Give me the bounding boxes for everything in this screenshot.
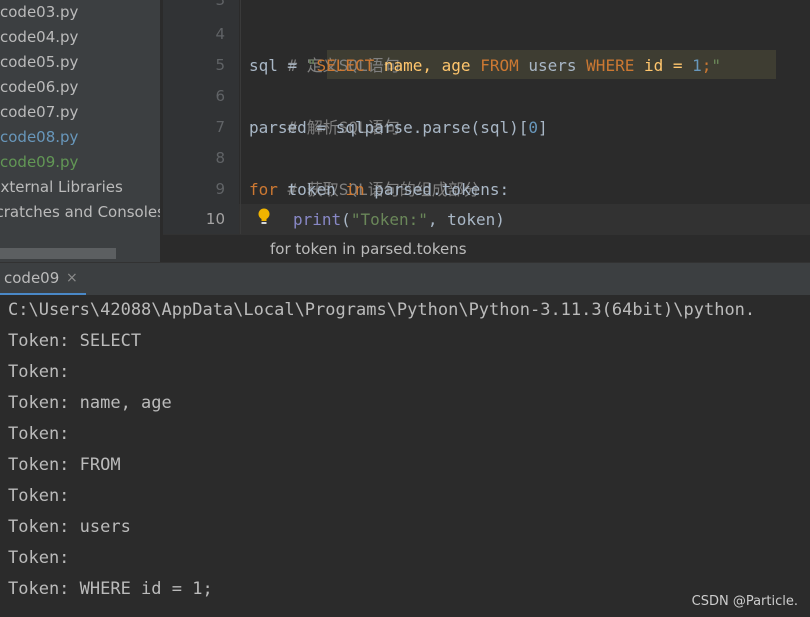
- breadcrumb-bar: for token in parsed.tokens: [163, 234, 810, 262]
- tree-item-code04[interactable]: code04.py: [0, 25, 78, 50]
- code-token: ]: [538, 118, 548, 137]
- keyword-token: for: [249, 180, 278, 199]
- code-editor[interactable]: 3 4 5 6 7 8 9 10 # 定义SQL语句 sql = "SELECT…: [163, 0, 810, 262]
- tree-item-code05[interactable]: code05.py: [0, 50, 78, 75]
- tree-item-code06[interactable]: code06.py: [0, 75, 78, 100]
- number-token: 1: [692, 56, 702, 75]
- run-console[interactable]: C:\Users\42088\AppData\Local\Programs\Py…: [0, 295, 810, 617]
- number-token: 0: [528, 118, 538, 137]
- console-line: C:\Users\42088\AppData\Local\Programs\Py…: [8, 300, 756, 320]
- keyword-token: in: [345, 180, 365, 199]
- code-token: parsed = sqlparse.parse(sql)[: [249, 118, 529, 137]
- tree-item-code07[interactable]: code07.py: [0, 100, 78, 125]
- console-line: Token:: [8, 362, 70, 382]
- run-tab-label: code09: [4, 269, 60, 287]
- code-line-4[interactable]: # 定义SQL语句: [249, 19, 400, 75]
- console-line: Token: WHERE id = 1;: [8, 579, 213, 599]
- project-sidebar: code03.py code04.py code05.py code06.py …: [0, 0, 160, 262]
- string-token: ": [306, 56, 317, 75]
- line-number: 9: [215, 180, 225, 198]
- line-number: 6: [215, 87, 225, 105]
- code-line-10[interactable]: print("Token:", token): [293, 204, 505, 235]
- console-line: Token:: [8, 548, 70, 568]
- line-number: 8: [215, 149, 225, 167]
- tree-item-scratches[interactable]: Scratches and Consoles: [0, 200, 160, 225]
- run-tab-code09[interactable]: code09 ×: [0, 263, 86, 296]
- code-token: parsed.tokens:: [364, 180, 510, 199]
- console-line: Token:: [8, 486, 70, 506]
- line-number: 4: [215, 25, 225, 43]
- code-token: sql =: [249, 56, 307, 75]
- code-line-7[interactable]: parsed = sqlparse.parse(sql)[0]: [249, 112, 548, 143]
- sql-condition-token: id =: [634, 56, 693, 75]
- sidebar-horizontal-scrollbar[interactable]: [0, 248, 116, 259]
- close-icon[interactable]: ×: [66, 263, 78, 293]
- code-token: , token): [427, 210, 505, 229]
- lightbulb-icon[interactable]: [257, 205, 271, 231]
- line-number: 7: [215, 118, 225, 136]
- watermark: CSDN @Particle.: [691, 594, 798, 609]
- sql-keyword-token: SELECT: [316, 56, 375, 75]
- line-number: 5: [215, 56, 225, 74]
- line-number: 3: [215, 0, 225, 9]
- console-line: Token: users: [8, 517, 131, 537]
- tree-item-code03[interactable]: code03.py: [0, 0, 78, 25]
- sql-keyword-token: WHERE: [586, 56, 635, 75]
- line-number-current: 10: [205, 210, 225, 228]
- sql-keyword-token: FROM: [480, 56, 519, 75]
- code-token: token: [277, 180, 346, 199]
- console-line: Token:: [8, 424, 70, 444]
- code-token: (: [341, 210, 351, 229]
- console-line: Token: FROM: [8, 455, 121, 475]
- tree-item-code08[interactable]: code08.py: [0, 125, 78, 150]
- gutter-separator: [240, 0, 241, 234]
- code-line-6[interactable]: # 解析SQL语句: [249, 81, 400, 137]
- string-token: ": [711, 56, 722, 75]
- breadcrumb[interactable]: for token in parsed.tokens: [270, 235, 467, 262]
- code-line-5[interactable]: sql = "SELECT name, age FROM users WHERE…: [249, 50, 721, 81]
- builtin-token: print: [293, 210, 342, 229]
- sql-table-token: users: [518, 56, 587, 75]
- tree-item-code09[interactable]: code09.py: [0, 150, 78, 175]
- code-line-9[interactable]: for token in parsed.tokens:: [249, 174, 509, 205]
- line-number-gutter: 3 4 5 6 7 8 9 10: [163, 0, 239, 234]
- run-tab-bar: code09 ×: [0, 262, 810, 296]
- string-token: "Token:": [350, 210, 428, 229]
- console-line: Token: name, age: [8, 393, 172, 413]
- sql-columns-token: name, age: [374, 56, 481, 75]
- code-line-8[interactable]: # 获取SQL语句的组成部分: [249, 143, 480, 199]
- tree-item-external-libraries[interactable]: External Libraries: [0, 175, 123, 200]
- sql-semicolon-token: ;: [701, 56, 712, 75]
- console-line: Token: SELECT: [8, 331, 142, 351]
